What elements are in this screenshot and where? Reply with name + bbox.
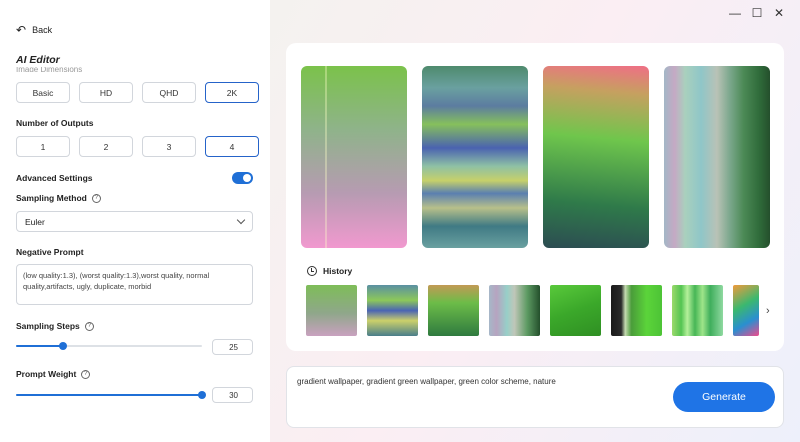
history-thumbnail[interactable] xyxy=(367,285,418,336)
window-controls: — ☐ ✕ xyxy=(726,6,788,20)
prompt-weight-label: Prompt Weight ? xyxy=(16,369,91,379)
help-icon[interactable]: ? xyxy=(84,321,94,331)
outputs-selector: 1 2 3 4 xyxy=(16,136,259,157)
sampling-method-value: Euler xyxy=(25,216,45,227)
close-icon[interactable]: ✕ xyxy=(770,6,788,20)
chevron-right-icon[interactable]: › xyxy=(766,305,770,317)
image-dimensions-label: Image Dimensions xyxy=(16,67,83,72)
back-label: Back xyxy=(32,25,53,35)
outputs-4-button[interactable]: 4 xyxy=(205,136,259,157)
outputs-2-button[interactable]: 2 xyxy=(79,136,133,157)
history-thumbnail[interactable] xyxy=(672,285,723,336)
settings-panel: ↶ Back AI Editor Image Dimensions Basic … xyxy=(0,0,270,442)
help-icon[interactable]: ? xyxy=(91,193,101,203)
outputs-3-button[interactable]: 3 xyxy=(142,136,196,157)
sampling-steps-value[interactable]: 25 xyxy=(212,339,253,355)
negative-prompt-text: Negative Prompt xyxy=(16,247,84,257)
generated-image-3[interactable] xyxy=(543,66,649,248)
history-label-text: History xyxy=(323,266,353,276)
clock-icon xyxy=(307,266,317,276)
dimension-2k-button[interactable]: 2K xyxy=(205,82,259,103)
sampling-steps-text: Sampling Steps xyxy=(16,321,80,331)
slider-fill xyxy=(16,394,202,396)
history-label: History xyxy=(307,266,352,276)
outputs-label: Number of Outputs xyxy=(16,118,93,128)
history-thumbnail[interactable] xyxy=(550,285,601,336)
prompt-weight-value[interactable]: 30 xyxy=(212,387,253,403)
minimize-icon[interactable]: — xyxy=(726,6,744,20)
slider-handle[interactable] xyxy=(198,391,206,399)
outputs-label-text: Number of Outputs xyxy=(16,118,94,128)
history-thumbnail[interactable] xyxy=(611,285,662,336)
dimension-qhd-button[interactable]: QHD xyxy=(142,82,196,103)
sampling-method-text: Sampling Method xyxy=(16,193,87,203)
page-title: AI Editor xyxy=(16,54,60,66)
history-thumbnail[interactable] xyxy=(489,285,540,336)
sampling-steps-slider[interactable] xyxy=(16,341,202,351)
sampling-method-select[interactable]: Euler xyxy=(16,211,253,232)
prompt-weight-slider[interactable] xyxy=(16,390,206,400)
outputs-1-button[interactable]: 1 xyxy=(16,136,70,157)
prompt-weight-text: Prompt Weight xyxy=(16,369,77,379)
dimension-selector: Basic HD QHD 2K xyxy=(16,82,259,103)
history-thumbnail[interactable] xyxy=(428,285,479,336)
sampling-method-label: Sampling Method ? xyxy=(16,193,101,203)
maximize-icon[interactable]: ☐ xyxy=(748,6,766,20)
advanced-settings-toggle[interactable] xyxy=(232,172,253,184)
generated-image-4[interactable] xyxy=(664,66,770,248)
history-thumbnail[interactable] xyxy=(733,285,759,336)
generated-image-2[interactable] xyxy=(422,66,528,248)
history-thumbnail[interactable] xyxy=(306,285,357,336)
negative-prompt-input[interactable]: (low quality:1.3), (worst quality:1.3),w… xyxy=(16,264,253,305)
negative-prompt-label: Negative Prompt xyxy=(16,247,84,257)
back-button[interactable]: ↶ Back xyxy=(16,23,53,37)
back-arrow-icon: ↶ xyxy=(16,23,27,37)
generate-button[interactable]: Generate xyxy=(673,382,775,412)
generated-image-1[interactable] xyxy=(301,66,407,248)
slider-fill xyxy=(16,345,63,347)
chevron-down-icon xyxy=(236,215,246,225)
sampling-steps-label: Sampling Steps ? xyxy=(16,321,94,331)
help-icon[interactable]: ? xyxy=(81,369,91,379)
slider-handle[interactable] xyxy=(58,342,67,350)
dimension-basic-button[interactable]: Basic xyxy=(16,82,70,103)
advanced-settings-label: Advanced Settings xyxy=(16,173,93,183)
advanced-settings-text: Advanced Settings xyxy=(16,173,93,183)
prompt-input[interactable]: gradient wallpaper, gradient green wallp… xyxy=(297,377,556,386)
dimension-hd-button[interactable]: HD xyxy=(79,82,133,103)
